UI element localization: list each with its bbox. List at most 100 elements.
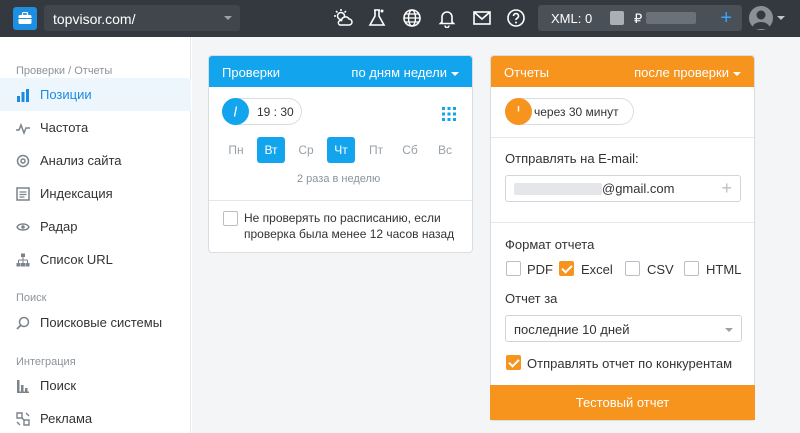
test-report-button[interactable]: Тестовый отчет: [490, 385, 755, 420]
sidebar-item-label: Индексация: [40, 186, 113, 201]
divider: [491, 222, 754, 223]
sidebar-item-url-list[interactable]: Список URL: [0, 243, 191, 276]
bar-chart-icon: [16, 88, 30, 102]
divider: [491, 137, 754, 138]
sidebar-item-ads[interactable]: Реклама: [0, 402, 191, 433]
sidebar-section-title: Поиск: [16, 292, 47, 304]
help-icon[interactable]: [506, 8, 526, 28]
checks-mode-dropdown[interactable]: по дням недели: [351, 65, 459, 80]
format-pdf-label: PDF: [527, 262, 553, 277]
report-period-value: последние 10 дней: [514, 322, 630, 337]
email-label: Отправлять на E-mail:: [505, 151, 639, 166]
check-time-picker[interactable]: 19 : 30: [222, 98, 302, 125]
email-field[interactable]: @gmail.com +: [505, 175, 741, 202]
divider: [209, 200, 472, 201]
skip-recent-label-line2: проверка была менее 12 часов назад: [244, 227, 455, 241]
balance-amount: [646, 12, 696, 24]
day-wednesday[interactable]: Ср: [292, 137, 320, 163]
project-name: topvisor.com/: [53, 11, 136, 27]
format-pdf-checkbox[interactable]: [506, 261, 521, 276]
sidebar-section-title: Интеграция: [16, 356, 76, 368]
sitemap-icon: [16, 253, 30, 267]
globe-icon[interactable]: [402, 8, 422, 28]
reports-mode-label: после проверки: [634, 65, 729, 80]
report-period-select[interactable]: последние 10 дней: [505, 315, 742, 342]
clock-icon: [222, 98, 249, 125]
day-thursday[interactable]: Чт: [327, 137, 355, 163]
search-icon: [16, 316, 30, 330]
pulse-icon: [16, 121, 30, 136]
clock-icon: [505, 98, 532, 125]
chevron-down-icon: [224, 16, 232, 20]
checks-card-header: Проверки по дням недели: [209, 56, 472, 87]
sidebar-section-title: Проверки / Отчеты: [16, 65, 113, 77]
email-domain: @gmail.com: [602, 181, 675, 196]
day-monday[interactable]: Пн: [222, 137, 250, 163]
format-excel-checkbox[interactable]: [559, 261, 574, 276]
sidebar-item-search-integration[interactable]: Поиск: [0, 369, 191, 402]
format-label: Формат отчета: [505, 237, 595, 252]
email-username: [514, 183, 602, 195]
sidebar-item-label: Реклама: [40, 411, 93, 426]
checks-mode-label: по дням недели: [351, 65, 447, 80]
grid-view-icon[interactable]: [442, 107, 456, 121]
day-tuesday[interactable]: Вт: [257, 137, 285, 163]
gear-analysis-icon: [16, 154, 30, 168]
chevron-down-icon: [733, 71, 741, 76]
wallet-icon: [610, 11, 624, 25]
sidebar-item-label: Радар: [40, 219, 78, 234]
sidebar-item-label: Поиск: [40, 378, 77, 393]
competitors-label: Отправлять отчет по конкурентам: [527, 356, 733, 371]
briefcase-icon[interactable]: [13, 7, 37, 30]
sidebar-item-label: Анализ сайта: [40, 153, 122, 168]
format-excel-label: Excel: [581, 262, 613, 277]
frequency-note: 2 раза в неделю: [297, 173, 381, 185]
sidebar-item-indexing[interactable]: Индексация: [0, 177, 191, 210]
mail-icon[interactable]: [472, 8, 492, 28]
period-label: Отчет за: [505, 291, 558, 306]
format-csv-label: CSV: [647, 262, 674, 277]
sidebar-item-search-engines[interactable]: Поисковые системы: [0, 306, 191, 339]
chevron-down-icon[interactable]: [777, 16, 785, 20]
currency-symbol: ₽: [634, 11, 643, 26]
skip-recent-checkbox[interactable]: [223, 211, 238, 226]
sidebar-item-label: Список URL: [40, 252, 113, 267]
flask-icon[interactable]: [367, 8, 387, 28]
report-delay-picker[interactable]: через 30 минут: [505, 98, 634, 125]
sidebar-item-frequency[interactable]: Частота: [0, 111, 191, 144]
sidebar: Проверки / Отчеты Позиции Частота Анализ…: [0, 37, 191, 433]
day-sunday[interactable]: Вс: [431, 137, 459, 163]
add-funds-icon[interactable]: +: [720, 7, 732, 30]
add-email-icon[interactable]: +: [721, 178, 732, 199]
xml-balance: XML: 0: [551, 11, 593, 26]
top-bar: topvisor.com/ XML: 0 ₽ +: [0, 0, 800, 37]
report-delay-value: через 30 минут: [534, 105, 619, 119]
chevron-down-icon: [451, 71, 459, 76]
chevron-down-icon: [725, 328, 733, 332]
format-csv-checkbox[interactable]: [625, 261, 640, 276]
format-html-label: HTML: [706, 262, 742, 277]
competitors-checkbox[interactable]: [506, 355, 521, 370]
project-select[interactable]: topvisor.com/: [44, 5, 240, 31]
weather-icon[interactable]: [333, 8, 353, 28]
day-friday[interactable]: Пт: [362, 137, 390, 163]
day-saturday[interactable]: Сб: [396, 137, 424, 163]
skip-recent-label-line1: Не проверять по расписанию, если: [244, 211, 441, 225]
sidebar-item-site-analysis[interactable]: Анализ сайта: [0, 144, 191, 177]
format-html-checkbox[interactable]: [684, 261, 699, 276]
chart-icon: [16, 379, 30, 393]
sidebar-item-label: Частота: [40, 120, 89, 135]
avatar[interactable]: [749, 6, 773, 30]
bell-icon[interactable]: [437, 8, 457, 29]
eye-icon: [16, 220, 30, 234]
sidebar-item-positions[interactable]: Позиции: [0, 78, 191, 111]
index-list-icon: [16, 187, 30, 201]
reports-mode-dropdown[interactable]: после проверки: [634, 65, 741, 80]
check-time-value: 19 : 30: [257, 105, 294, 119]
ads-icon: [16, 412, 30, 426]
checks-title: Проверки: [222, 65, 280, 80]
reports-card-header: Отчеты после проверки: [491, 56, 754, 87]
balance-box: XML: 0 ₽ +: [538, 5, 742, 31]
sidebar-item-label: Позиции: [40, 87, 92, 102]
sidebar-item-radar[interactable]: Радар: [0, 210, 191, 243]
